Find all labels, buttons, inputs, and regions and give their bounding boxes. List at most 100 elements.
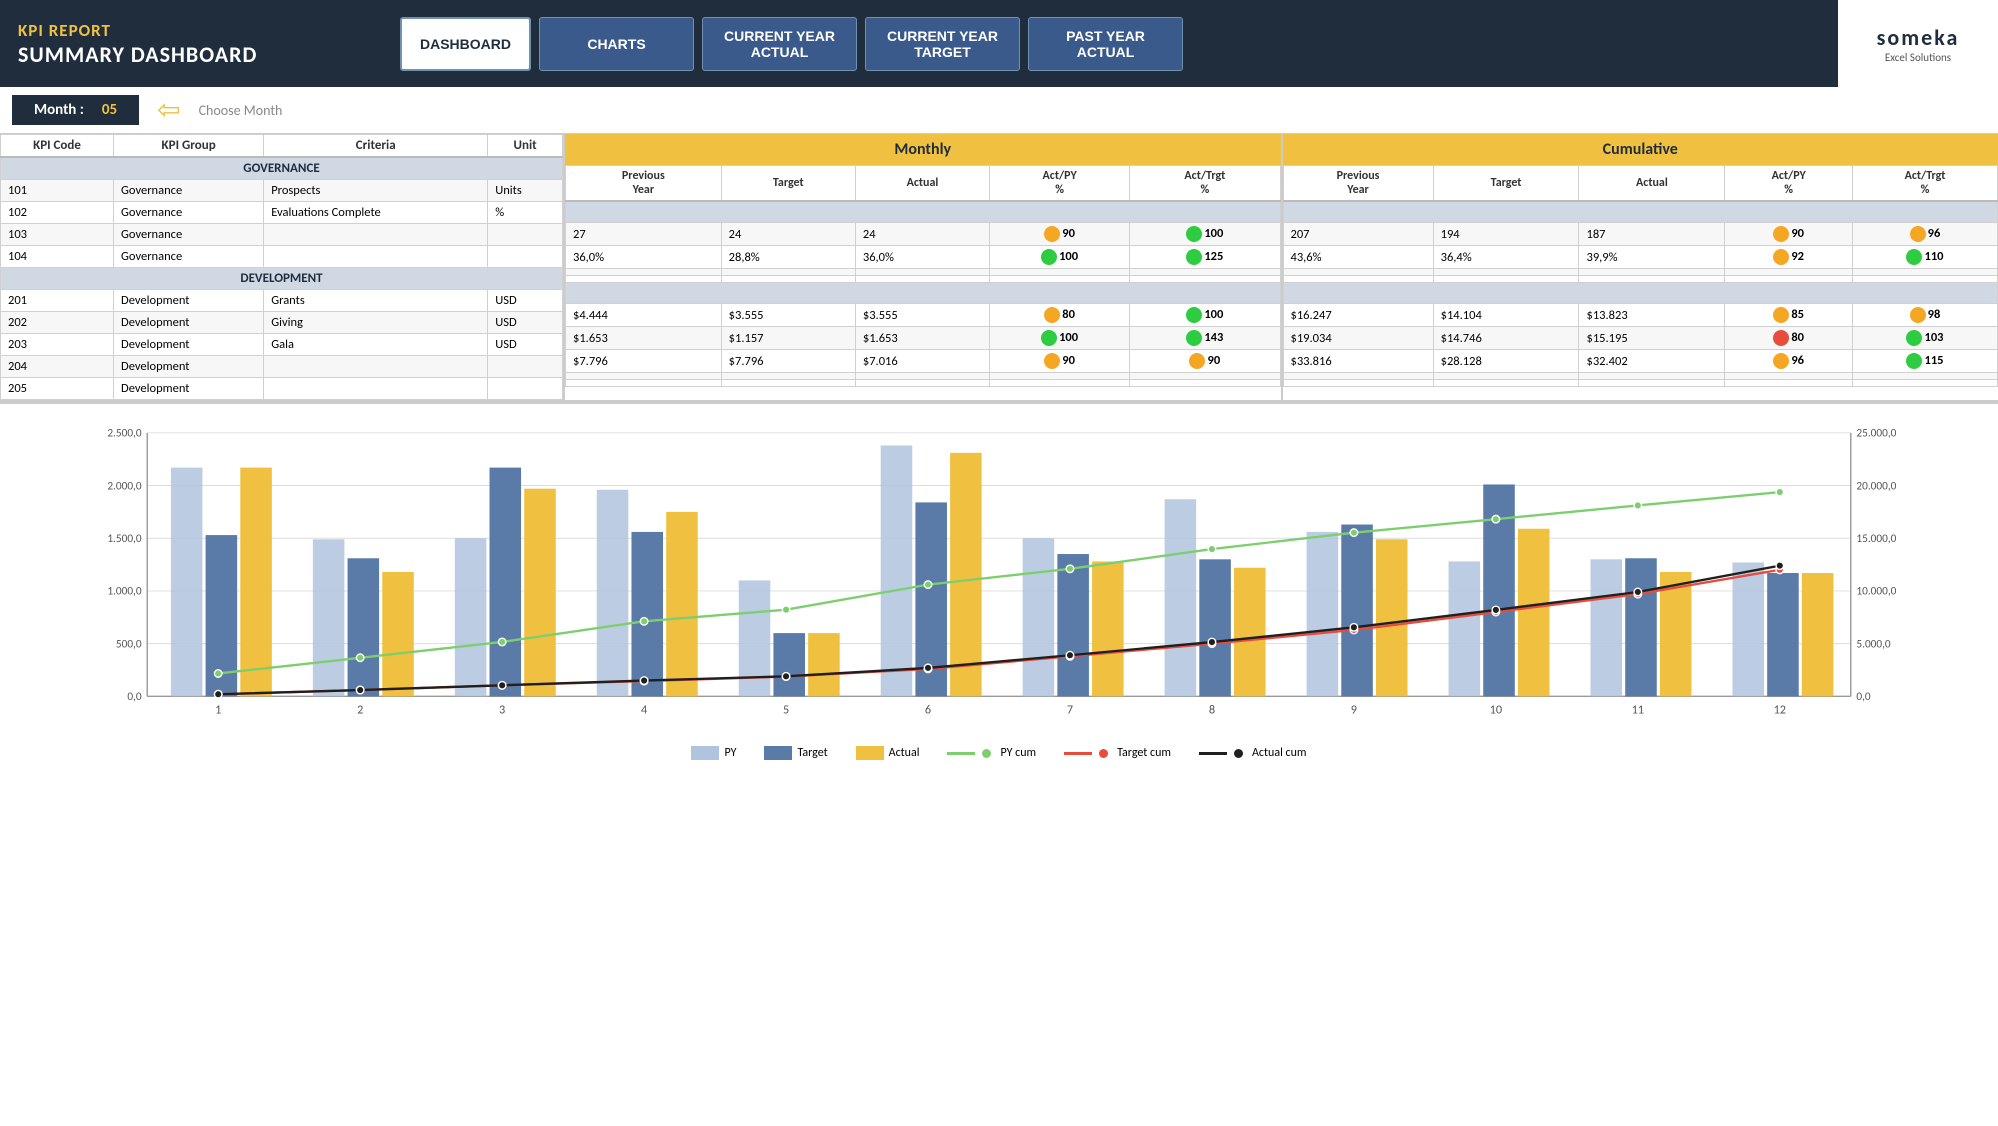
legend-target-cum-dot [1099,749,1108,758]
panel-target [1433,276,1579,283]
legend-py-color [691,746,719,760]
legend-actual-cum: Actual cum [1199,746,1307,760]
kpi-unit: Units [488,180,563,202]
svg-text:10: 10 [1490,702,1502,717]
panel-actual [855,373,989,380]
logo-sub: Excel Solutions [1885,51,1951,64]
app-header: KPI REPORT SUMMARY DASHBOARD DASHBOARD C… [0,0,1998,87]
kpi-unit: USD [488,334,563,356]
legend-actual: Actual [856,746,920,760]
svg-text:0,0: 0,0 [1856,690,1871,704]
brand-logo: someka Excel Solutions [1838,0,1998,87]
kpi-code: 203 [1,334,114,356]
kpi-group: Development [114,290,264,312]
panel-act-py: 100 [990,246,1130,269]
nav-current-year-target-button[interactable]: CURRENT YEARTARGET [865,17,1020,71]
list-item: 36,0% 28,8% 36,0% 100 125 [566,246,1281,269]
panel-actual [1579,276,1725,283]
legend-target-cum-line [1064,752,1092,755]
panel-act-py [990,269,1130,276]
panel-act-py [990,276,1130,283]
monthly-col-actual: Actual [855,166,989,202]
panel-act-trgt [1852,269,1997,276]
col-criteria: Criteria [264,135,488,158]
kpi-group: Governance [114,224,264,246]
kpi-unit: USD [488,290,563,312]
panel-act-trgt [1130,276,1280,283]
section-header: GOVERNANCE [1,157,563,180]
panel-target: $1.157 [721,327,855,350]
panel-act-trgt [1130,269,1280,276]
kpi-group: Governance [114,180,264,202]
panel-act-py [990,373,1130,380]
kpi-criteria [264,356,488,378]
kpi-code: 205 [1,378,114,400]
kpi-unit [488,356,563,378]
panel-act-trgt [1130,373,1280,380]
table-row: 203DevelopmentGalaUSD [1,334,563,356]
list-item [566,276,1281,283]
svg-text:10.000,0: 10.000,0 [1856,585,1896,599]
kpi-criteria: Giving [264,312,488,334]
panel-prev-year [566,380,722,387]
panel-act-trgt: 103 [1852,327,1997,350]
nav-current-year-actual-button[interactable]: CURRENT YEARACTUAL [702,17,857,71]
svg-text:1.500,0: 1.500,0 [107,532,142,546]
panel-target: 28,8% [721,246,855,269]
panel-act-trgt [1852,276,1997,283]
legend-py-cum-dot [982,749,991,758]
panel-prev-year: $7.796 [566,350,722,373]
kpi-criteria [264,224,488,246]
panel-act-trgt: 90 [1130,350,1280,373]
panel-act-py [1725,276,1853,283]
section-label [1283,283,1998,304]
kpi-code: 201 [1,290,114,312]
left-arrow-icon[interactable]: ⇦ [157,96,180,124]
panel-prev-year [1283,380,1433,387]
panel-target [1433,269,1579,276]
kpi-criteria: Prospects [264,180,488,202]
list-item [1283,276,1998,283]
nav-charts-button[interactable]: CHARTS [539,17,694,71]
nav-dashboard-button[interactable]: DASHBOARD [400,17,531,71]
panel-actual: $15.195 [1579,327,1725,350]
kpi-group: Governance [114,246,264,268]
summary-title: SUMMARY DASHBOARD [18,41,352,68]
svg-text:3: 3 [499,702,505,717]
legend-target-cum: Target cum [1064,746,1171,760]
monthly-panel-title: Monthly [565,134,1281,165]
panel-act-py [990,380,1130,387]
logo-brand: someka [1877,24,1960,51]
legend-py: PY [691,746,736,760]
panel-target [1433,380,1579,387]
panel-prev-year: 27 [566,223,722,246]
panel-target: $14.104 [1433,304,1579,327]
table-row: 205Development [1,378,563,400]
monthly-col-target: Target [721,166,855,202]
legend-target-cum-label: Target cum [1117,746,1171,760]
svg-text:0,0: 0,0 [127,690,142,704]
cumulative-panel: Cumulative PreviousYear Target Actual Ac… [1283,134,1998,400]
legend-actual-color [856,746,884,760]
panel-prev-year: 43,6% [1283,246,1433,269]
list-item: 27 24 24 90 100 [566,223,1281,246]
panel-target: $3.555 [721,304,855,327]
panel-actual: $32.402 [1579,350,1725,373]
month-label: Month : [34,101,84,119]
panel-prev-year [566,269,722,276]
kpi-criteria [264,378,488,400]
list-item: $4.444 $3.555 $3.555 80 100 [566,304,1281,327]
nav-past-year-actual-button[interactable]: PAST YEARACTUAL [1028,17,1183,71]
panel-actual: $13.823 [1579,304,1725,327]
panel-prev-year: 207 [1283,223,1433,246]
panel-act-py [1725,269,1853,276]
legend-target-color [764,746,792,760]
table-row: 104Governance [1,246,563,268]
cumul-col-actual: Actual [1579,166,1725,202]
kpi-unit [488,378,563,400]
section-label [566,283,1281,304]
kpi-code: 204 [1,356,114,378]
panel-prev-year: $1.653 [566,327,722,350]
cumul-col-act-trgt: Act/Trgt% [1852,166,1997,202]
panel-act-trgt [1852,380,1997,387]
